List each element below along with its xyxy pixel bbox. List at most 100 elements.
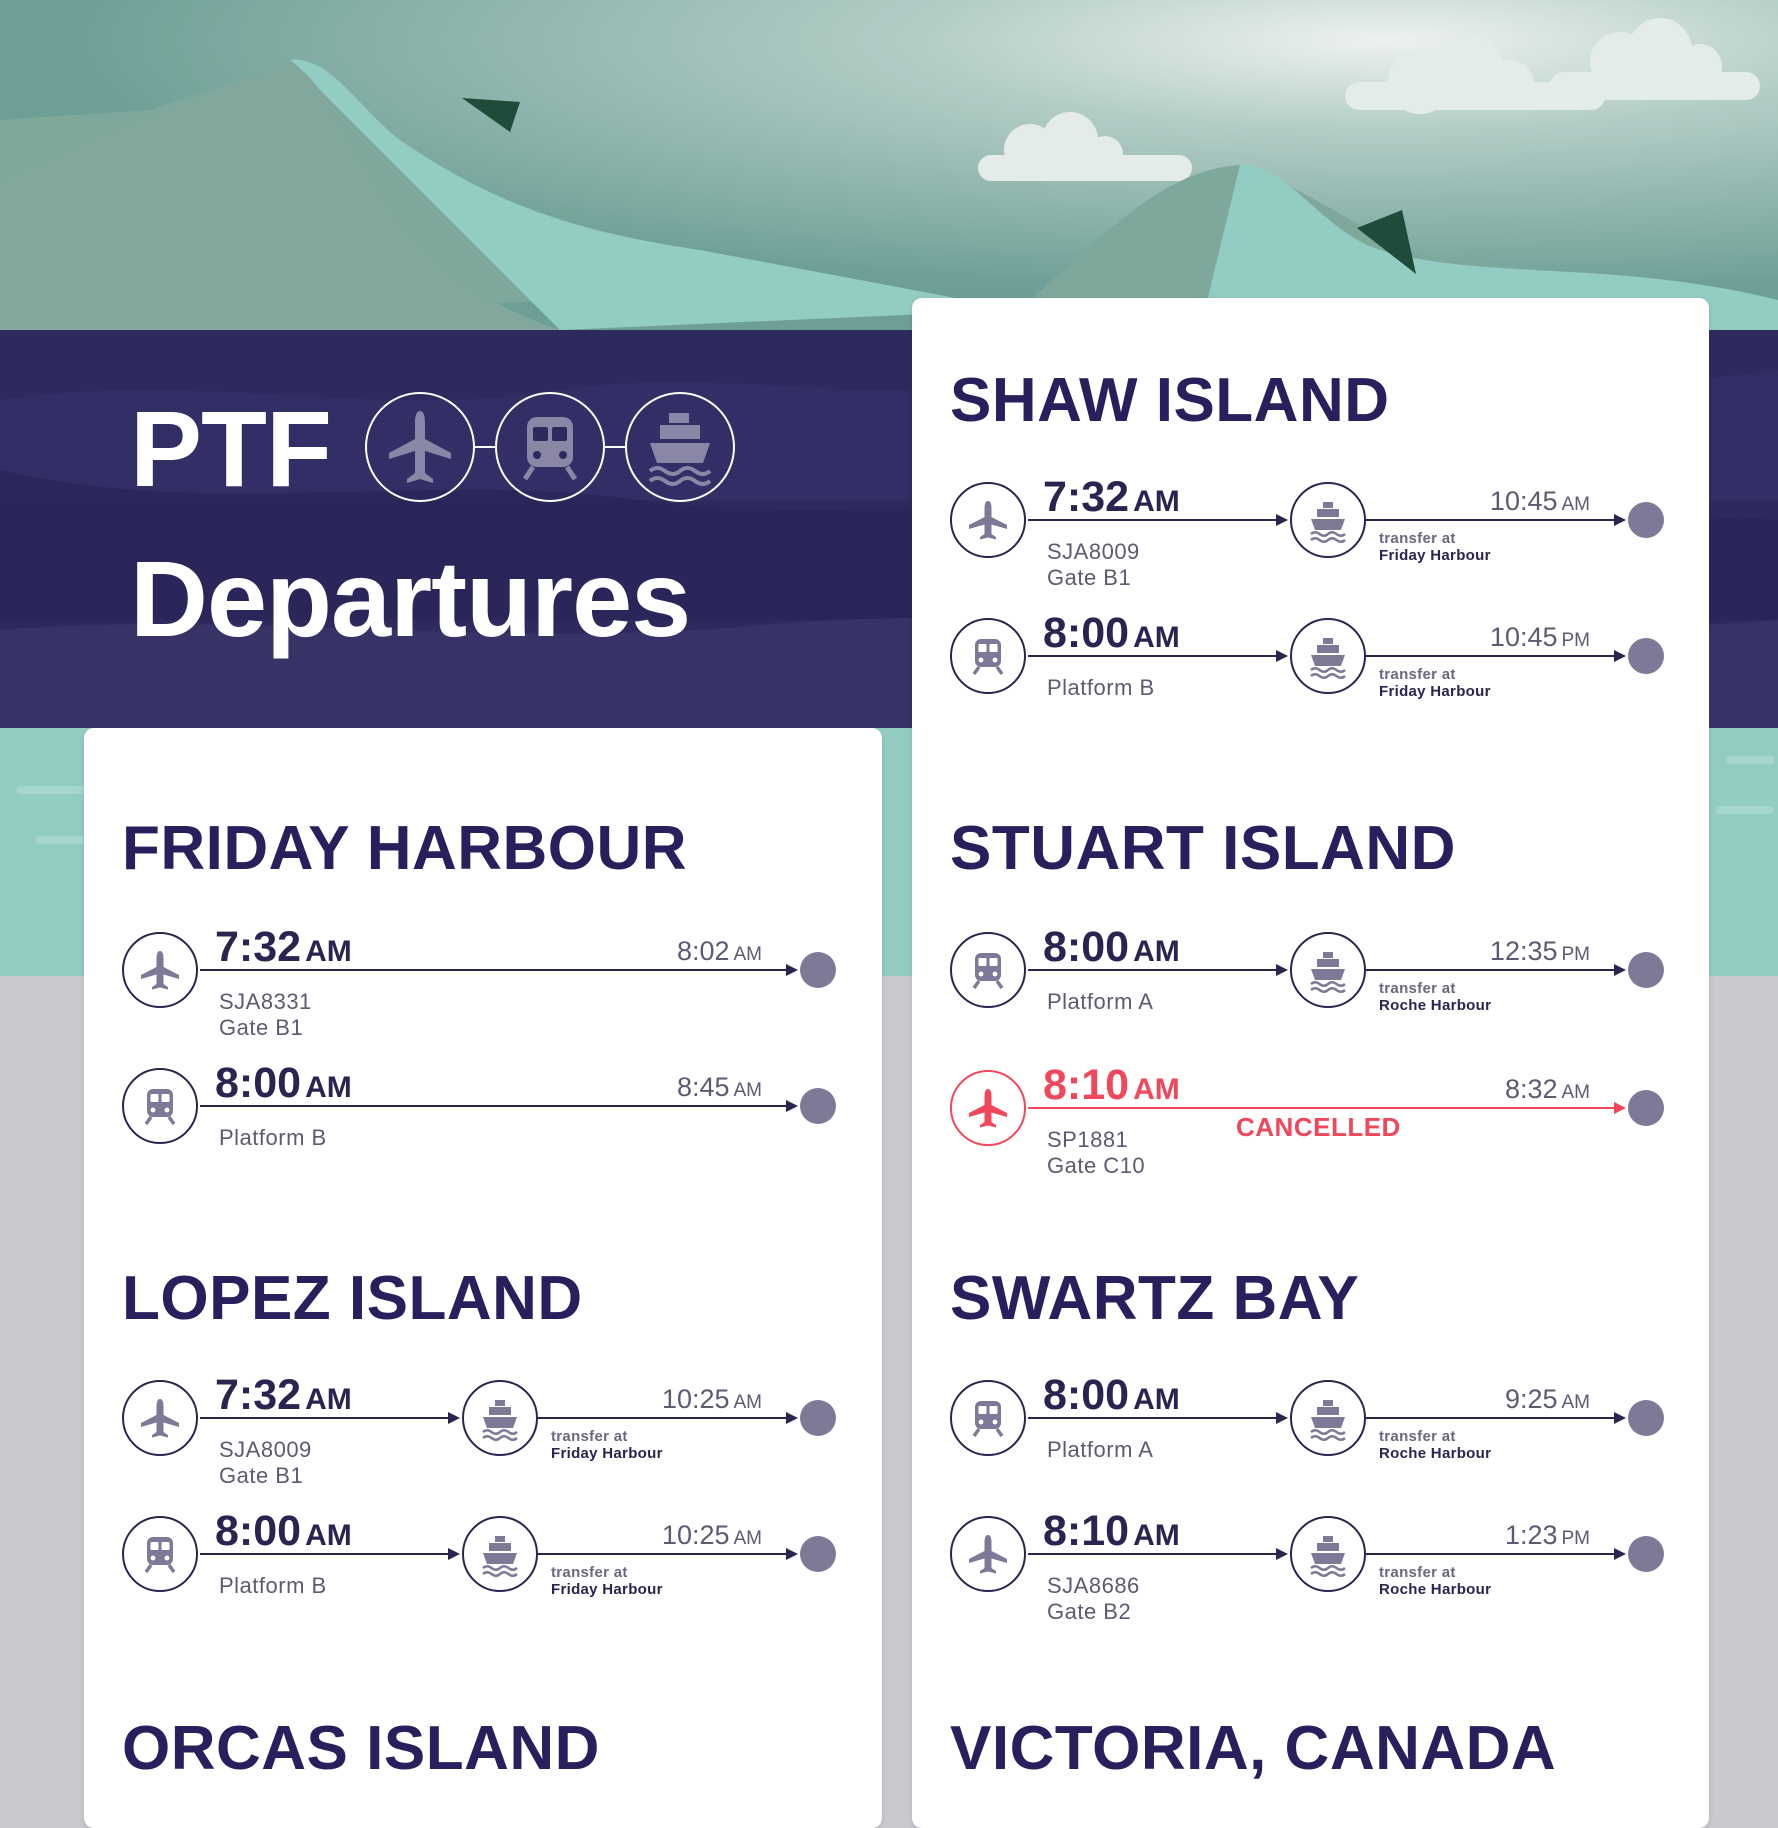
departure-clock: 8:10 <box>1043 1061 1130 1109</box>
departure-time: 7:32 AM <box>1043 476 1180 519</box>
arrival-clock: 1:23 <box>1504 1520 1558 1550</box>
page-title: PTF Departures <box>130 392 910 685</box>
departure-ampm: AM <box>1133 1073 1180 1106</box>
trip-row[interactable]: 7:32 AM SJA8009 Gate B1 transfer at Friday Ha… <box>950 476 1670 589</box>
departure-ampm: AM <box>1133 621 1180 654</box>
transfer-label: transfer at <box>551 1564 628 1581</box>
destination-dot <box>1628 502 1664 538</box>
destination-dot <box>1628 952 1664 988</box>
transfer-place: Roche Harbour <box>1379 1445 1492 1463</box>
arrival-ampm: AM <box>733 1080 763 1101</box>
transfer-note: transfer at Friday Harbour <box>1379 530 1491 565</box>
departure-clock: 7:32 <box>215 1371 302 1419</box>
departure-clock: 8:10 <box>1043 1507 1130 1555</box>
plane-icon <box>950 1516 1026 1592</box>
plane-icon <box>122 1380 198 1456</box>
arrival-time: 10:25 AM <box>662 1522 762 1549</box>
trip-gate: Gate B1 <box>1047 565 1132 590</box>
arrival-ampm: PM <box>1561 944 1591 965</box>
arrival-ampm: AM <box>733 944 763 965</box>
trip-row[interactable]: 7:32 AM SJA8331 Gate B1 8:02 AM <box>122 926 842 1039</box>
trip-gate: Gate B1 <box>219 1015 304 1040</box>
transfer-note: transfer at Friday Harbour <box>1379 666 1491 701</box>
arrival-ampm: AM <box>1561 494 1591 515</box>
trip-detail: Platform B <box>1047 675 1155 700</box>
trip-detail: Platform A <box>1047 989 1154 1014</box>
arrival-ampm: AM <box>1561 1082 1591 1103</box>
departure-time: 8:00 AM <box>215 1510 352 1553</box>
arrival-clock: 10:45 <box>1489 622 1558 652</box>
train-icon <box>495 392 605 502</box>
departure-time: 8:00 AM <box>1043 1374 1180 1417</box>
arrival-time: 10:45 AM <box>1490 488 1590 515</box>
arrival-time: 10:45 PM <box>1490 624 1590 651</box>
trip-detail: SJA8009 <box>219 1437 312 1462</box>
train-icon <box>950 932 1026 1008</box>
departure-clock: 8:00 <box>1043 923 1130 971</box>
trip-row[interactable]: 8:00 AM Platform B 8:45 AM <box>122 1062 842 1166</box>
arrival-ampm: AM <box>733 1528 763 1549</box>
destination-title: SWARTZ BAY <box>950 1264 1360 1333</box>
ferry-icon <box>462 1380 538 1456</box>
plane-icon <box>950 482 1026 558</box>
transfer-label: transfer at <box>1379 530 1456 547</box>
departure-ampm: AM <box>1133 485 1180 518</box>
trip-row[interactable]: 8:00 AM Platform A transfer at Roche Harbour… <box>950 1374 1670 1478</box>
destination-dot <box>1628 1090 1664 1126</box>
transport-mode-chain <box>365 392 735 502</box>
transfer-label: transfer at <box>1379 980 1456 997</box>
transfer-place: Friday Harbour <box>551 1581 663 1599</box>
ferry-icon <box>1290 482 1366 558</box>
arrival-clock: 8:32 <box>1504 1074 1558 1104</box>
arrival-time: 9:25 AM <box>1505 1386 1590 1413</box>
departure-clock: 8:00 <box>215 1507 302 1555</box>
departure-ampm: AM <box>305 935 352 968</box>
destination-title: LOPEZ ISLAND <box>122 1264 583 1333</box>
departure-clock: 8:00 <box>1043 609 1130 657</box>
transfer-label: transfer at <box>1379 1564 1456 1581</box>
departures-card-left: FRIDAY HARBOUR 7:32 AM SJA8331 Gate B1 8:02 A… <box>84 728 882 1828</box>
trip-detail: SJA8331 <box>219 989 312 1014</box>
trip-row[interactable]: 8:10 AM SJA8686 Gate B2 transfer at Roche Har… <box>950 1510 1670 1623</box>
departure-time: 7:32 AM <box>215 926 352 969</box>
transfer-label: transfer at <box>551 1428 628 1445</box>
arrival-time: 1:23 PM <box>1505 1522 1590 1549</box>
trip-row[interactable]: 7:32 AM SJA8009 Gate B1 transfer at Friday Ha… <box>122 1374 842 1487</box>
destination-title: VICTORIA, CANADA <box>950 1714 1557 1783</box>
destination-title: ORCAS ISLAND <box>122 1714 600 1783</box>
trip-row[interactable]: 8:00 AM Platform A transfer at Roche Harbour… <box>950 926 1670 1030</box>
departure-time: 8:00 AM <box>215 1062 352 1105</box>
destination-dot <box>1628 638 1664 674</box>
arrival-time: 12:35 PM <box>1490 938 1590 965</box>
departure-clock: 7:32 <box>215 923 302 971</box>
transfer-label: transfer at <box>1379 1428 1456 1445</box>
transfer-note: transfer at Friday Harbour <box>551 1564 663 1599</box>
trip-detail: Platform A <box>1047 1437 1154 1462</box>
trip-row[interactable]: 8:10 AM SP1881 Gate C10 CANCELLED 8:32 AM <box>950 1064 1670 1177</box>
destination-dot <box>800 1536 836 1572</box>
destination-title: FRIDAY HARBOUR <box>122 814 688 883</box>
transfer-note: transfer at Roche Harbour <box>1379 980 1491 1015</box>
ferry-icon <box>1290 1380 1366 1456</box>
train-icon <box>950 618 1026 694</box>
plane-icon <box>365 392 475 502</box>
destination-dot <box>800 1400 836 1436</box>
title-departures: Departures <box>130 538 691 659</box>
trip-gate: Gate B2 <box>1047 1599 1132 1624</box>
arrival-time: 8:02 AM <box>677 938 762 965</box>
departure-ampm: AM <box>1133 1519 1180 1552</box>
train-icon <box>122 1068 198 1144</box>
trip-row[interactable]: 8:00 AM Platform Btransfer at Friday Harbou… <box>122 1510 842 1614</box>
ferry-icon <box>1290 932 1366 1008</box>
departure-ampm: AM <box>1133 935 1180 968</box>
plane-icon <box>122 932 198 1008</box>
departures-card-right: SHAW ISLAND 7:32 AM SJA8009 Gate B1 transfer… <box>912 298 1709 1828</box>
arrival-clock: 8:45 <box>676 1072 730 1102</box>
transfer-place: Friday Harbour <box>1379 683 1491 701</box>
ferry-icon <box>462 1516 538 1592</box>
destination-dot <box>1628 1536 1664 1572</box>
train-icon <box>122 1516 198 1592</box>
trip-gate: Gate B1 <box>219 1463 304 1488</box>
trip-row[interactable]: 8:00 AM Platform B transfer at Friday Harbou… <box>950 612 1670 716</box>
arrival-clock: 10:25 <box>661 1520 730 1550</box>
